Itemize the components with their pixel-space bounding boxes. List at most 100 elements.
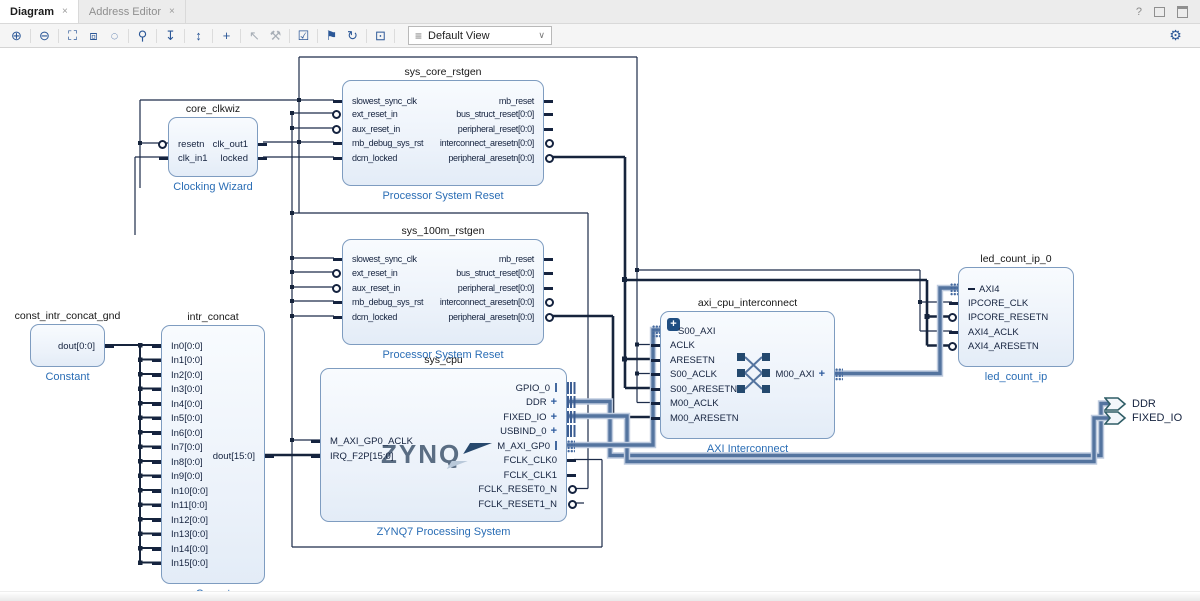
port-in8[interactable]: In8[0:0] — [162, 456, 203, 469]
port-usbind-0[interactable]: USBIND_0+ — [500, 425, 566, 438]
pin-icon[interactable]: ⚑ — [321, 25, 342, 46]
port-fclk-clk1[interactable]: FCLK_CLK1 — [504, 469, 566, 482]
port-dout[interactable]: dout[0:0] — [58, 340, 104, 353]
port-ipcore-clk[interactable]: IPCORE_CLK — [959, 297, 1028, 310]
port-in7[interactable]: In7[0:0] — [162, 441, 203, 454]
port-clk-out1[interactable]: clk_out1 — [213, 138, 257, 151]
port-gpio-0[interactable]: GPIO_0 — [516, 382, 566, 395]
port-s00-aclk[interactable]: S00_ACLK — [661, 368, 717, 381]
collapse-hierarchy-icon[interactable]: ↧ — [160, 25, 181, 46]
port-bus-struct-reset[interactable]: bus_struct_reset[0:0] — [456, 108, 543, 121]
tab-address-editor[interactable]: Address Editor × — [79, 0, 186, 23]
port-mb-reset[interactable]: mb_reset — [499, 253, 543, 266]
autofit-selection-icon[interactable]: ◌ — [104, 25, 125, 46]
zoom-in-icon[interactable]: ⊕ — [6, 25, 27, 46]
block-led-count-ip-0[interactable]: led_count_ip_0 AXI4 IPCORE_CLK IPCORE_RE… — [958, 267, 1074, 367]
expand-interface-icon[interactable]: + — [551, 396, 557, 408]
port-in9[interactable]: In9[0:0] — [162, 470, 203, 483]
port-aux-reset-in[interactable]: aux_reset_in — [343, 282, 400, 295]
block-const-intr-concat-gnd[interactable]: const_intr_concat_gnd dout[0:0] Constant — [30, 324, 105, 367]
port-aresetn[interactable]: ARESETN — [661, 354, 715, 367]
external-port-fixed-io[interactable]: FIXED_IO — [1104, 411, 1182, 425]
port-ipcore-resetn[interactable]: IPCORE_RESETN — [959, 311, 1048, 324]
port-in12[interactable]: In12[0:0] — [162, 514, 208, 527]
add-ip-icon[interactable]: + — [216, 25, 237, 46]
port-irq-f2p[interactable]: IRQ_F2P[15:0] — [321, 450, 393, 463]
block-sys-core-rstgen[interactable]: sys_core_rstgen slowest_sync_clk ext_res… — [342, 80, 544, 186]
port-in6[interactable]: In6[0:0] — [162, 427, 203, 440]
port-mb-reset[interactable]: mb_reset — [499, 95, 543, 108]
search-icon[interactable]: ⚲ — [132, 25, 153, 46]
port-aclk[interactable]: ACLK — [661, 339, 695, 352]
block-axi-cpu-interconnect[interactable]: axi_cpu_interconnect + S00_AXI ACLK ARES… — [660, 311, 835, 439]
port-m00-aclk[interactable]: M00_ACLK — [661, 397, 719, 410]
expand-interface-icon[interactable]: + — [819, 368, 825, 380]
block-sys-100m-rstgen[interactable]: sys_100m_rstgen slowest_sync_clk ext_res… — [342, 239, 544, 345]
settings-icon[interactable]: ⚙ — [1165, 25, 1194, 46]
port-m00-aresetn[interactable]: M00_ARESETN — [661, 412, 739, 425]
regenerate-layout-icon[interactable]: ↻ — [342, 25, 363, 46]
horizontal-scrollbar[interactable] — [0, 591, 1200, 601]
interface-connections-icon[interactable]: ⊡ — [370, 25, 391, 46]
port-in13[interactable]: In13[0:0] — [162, 528, 208, 541]
port-interconnect-aresetn[interactable]: interconnect_aresetn[0:0] — [440, 137, 543, 150]
zoom-fit-icon[interactable]: ⛶ — [62, 25, 83, 46]
maximize-icon[interactable] — [1177, 6, 1188, 18]
port-bus-struct-reset[interactable]: bus_struct_reset[0:0] — [456, 267, 543, 280]
port-m-axi-gp0-aclk[interactable]: M_AXI_GP0_ACLK — [321, 435, 413, 448]
port-in0[interactable]: In0[0:0] — [162, 340, 203, 353]
help-icon[interactable]: ? — [1136, 6, 1142, 18]
port-in10[interactable]: In10[0:0] — [162, 485, 208, 498]
zoom-out-icon[interactable]: ⊖ — [34, 25, 55, 46]
view-selector[interactable]: ≡ Default View ∨ — [408, 26, 552, 45]
validate-design-icon[interactable]: ☑ — [293, 25, 314, 46]
port-axi4-aresetn[interactable]: AXI4_ARESETN — [959, 340, 1039, 353]
port-in4[interactable]: In4[0:0] — [162, 398, 203, 411]
expand-interface-icon[interactable]: + — [551, 425, 557, 437]
port-locked[interactable]: locked — [221, 152, 257, 165]
port-fclk-clk0[interactable]: FCLK_CLK0 — [504, 454, 566, 467]
port-in1[interactable]: In1[0:0] — [162, 354, 203, 367]
external-port-ddr[interactable]: DDR — [1104, 397, 1156, 411]
port-dcm-locked[interactable]: dcm_locked — [343, 311, 397, 324]
close-icon[interactable]: × — [169, 6, 175, 17]
port-in2[interactable]: In2[0:0] — [162, 369, 203, 382]
port-ddr[interactable]: DDR+ — [526, 396, 566, 409]
port-in15[interactable]: In15[0:0] — [162, 557, 208, 570]
port-peripheral-aresetn[interactable]: peripheral_aresetn[0:0] — [448, 311, 543, 324]
port-peripheral-reset[interactable]: peripheral_reset[0:0] — [458, 282, 543, 295]
block-intr-concat[interactable]: intr_concat In0[0:0] In1[0:0] In2[0:0] I… — [161, 325, 265, 584]
expand-hierarchy-icon[interactable]: ↕ — [188, 25, 209, 46]
port-fixed-io[interactable]: FIXED_IO+ — [503, 411, 566, 424]
port-mb-debug-sys-rst[interactable]: mb_debug_sys_rst — [343, 137, 423, 150]
port-in3[interactable]: In3[0:0] — [162, 383, 203, 396]
port-slowest-sync-clk[interactable]: slowest_sync_clk — [343, 95, 417, 108]
port-in5[interactable]: In5[0:0] — [162, 412, 203, 425]
tab-diagram[interactable]: Diagram × — [0, 0, 79, 23]
port-aux-reset-in[interactable]: aux_reset_in — [343, 123, 400, 136]
port-fclk-reset0-n[interactable]: FCLK_RESET0_N — [478, 483, 566, 496]
port-axi4-aclk[interactable]: AXI4_ACLK — [959, 326, 1019, 339]
port-peripheral-reset[interactable]: peripheral_reset[0:0] — [458, 123, 543, 136]
port-in14[interactable]: In14[0:0] — [162, 543, 208, 556]
port-axi4[interactable]: AXI4 — [959, 283, 1000, 296]
zoom-to-selection-icon[interactable]: ⧈ — [83, 25, 104, 46]
port-clk-in1[interactable]: clk_in1 — [169, 152, 208, 165]
port-fclk-reset1-n[interactable]: FCLK_RESET1_N — [478, 498, 566, 511]
port-slowest-sync-clk[interactable]: slowest_sync_clk — [343, 253, 417, 266]
block-core-clkwiz[interactable]: core_clkwiz resetn clk_in1 clk_out1 lock… — [168, 117, 258, 177]
port-resetn[interactable]: resetn — [169, 138, 204, 151]
port-mb-debug-sys-rst[interactable]: mb_debug_sys_rst — [343, 296, 423, 309]
port-dout[interactable]: dout[15:0] — [213, 450, 264, 463]
float-window-icon[interactable] — [1154, 7, 1165, 17]
port-peripheral-aresetn[interactable]: peripheral_aresetn[0:0] — [448, 152, 543, 165]
port-in11[interactable]: In11[0:0] — [162, 499, 207, 512]
port-s00-aresetn[interactable]: S00_ARESETN — [661, 383, 737, 396]
port-interconnect-aresetn[interactable]: interconnect_aresetn[0:0] — [440, 296, 543, 309]
port-dcm-locked[interactable]: dcm_locked — [343, 152, 397, 165]
expand-interface-icon[interactable]: + — [551, 411, 557, 423]
port-ext-reset-in[interactable]: ext_reset_in — [343, 267, 397, 280]
close-icon[interactable]: × — [62, 6, 68, 17]
block-sys-cpu[interactable]: sys_cpu ZYNQ M_AXI_GP0_ACLK IRQ_F2P[15:0… — [320, 368, 567, 522]
port-ext-reset-in[interactable]: ext_reset_in — [343, 108, 397, 121]
